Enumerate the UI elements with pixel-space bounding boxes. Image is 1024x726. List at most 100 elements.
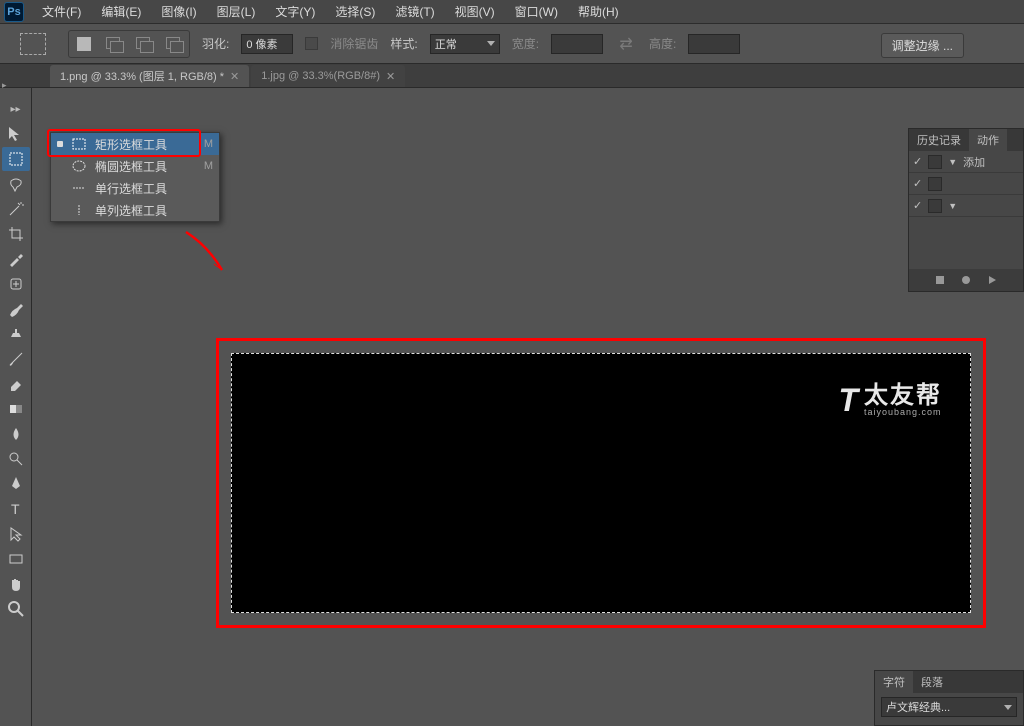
stop-icon[interactable]: [934, 274, 946, 286]
antialias-label: 消除锯齿: [330, 35, 378, 52]
tab-document-2[interactable]: 1.jpg @ 33.3%(RGB/8#) ✕: [251, 65, 405, 87]
tab-paragraph[interactable]: 段落: [913, 671, 951, 693]
antialias-checkbox[interactable]: [305, 37, 318, 50]
flyout-label: 矩形选框工具: [95, 136, 196, 153]
style-value: 正常: [435, 36, 457, 52]
clone-stamp-tool[interactable]: [2, 322, 30, 346]
brush-tool[interactable]: [2, 297, 30, 321]
action-row[interactable]: ✓: [909, 173, 1023, 195]
flyout-rect-marquee[interactable]: 矩形选框工具 M: [51, 133, 219, 155]
tab-actions[interactable]: 动作: [969, 129, 1007, 151]
dodge-tool[interactable]: [2, 447, 30, 471]
zoom-tool[interactable]: [2, 597, 30, 621]
eyedropper-tool[interactable]: [2, 247, 30, 271]
toggle-icon[interactable]: [928, 199, 942, 213]
type-tool[interactable]: T: [2, 497, 30, 521]
flyout-shortcut: M: [204, 160, 213, 172]
menu-bar: Ps 文件(F) 编辑(E) 图像(I) 图层(L) 文字(Y) 选择(S) 滤…: [0, 0, 1024, 24]
app-icon: Ps: [4, 2, 24, 22]
toggle-icon[interactable]: [928, 155, 942, 169]
gradient-tool[interactable]: [2, 397, 30, 421]
chevron-down-icon: [1004, 705, 1012, 710]
play-icon[interactable]: [986, 274, 998, 286]
menu-window[interactable]: 窗口(W): [505, 0, 568, 23]
tab-title: 1.png @ 33.3% (图层 1, RGB/8) *: [60, 68, 224, 84]
rectangle-tool[interactable]: [2, 547, 30, 571]
triangle-down-icon: ▼: [948, 201, 957, 211]
style-select[interactable]: 正常: [430, 34, 500, 54]
style-label: 样式:: [390, 35, 417, 52]
flyout-label: 单行选框工具: [95, 180, 213, 197]
check-icon: ✓: [913, 155, 922, 168]
close-icon[interactable]: ✕: [386, 70, 395, 83]
magic-wand-tool[interactable]: [2, 197, 30, 221]
action-row[interactable]: ✓ ▼ 添加: [909, 151, 1023, 173]
menu-filter[interactable]: 滤镜(T): [385, 0, 444, 23]
eraser-tool[interactable]: [2, 372, 30, 396]
watermark-cn: 太友帮: [864, 384, 942, 408]
menu-file[interactable]: 文件(F): [32, 0, 91, 23]
width-input: [551, 34, 603, 54]
ellipse-marquee-icon: [71, 159, 87, 173]
lasso-tool[interactable]: [2, 172, 30, 196]
blur-tool[interactable]: [2, 422, 30, 446]
marquee-selection[interactable]: T 太友帮 taiyoubang.com: [231, 353, 971, 613]
watermark: T 太友帮 taiyoubang.com: [838, 382, 942, 419]
menu-type[interactable]: 文字(Y): [265, 0, 325, 23]
flyout-col-marquee[interactable]: 单列选框工具: [51, 199, 219, 221]
flyout-ellipse-marquee[interactable]: 椭圆选框工具 M: [51, 155, 219, 177]
record-icon[interactable]: [960, 274, 972, 286]
action-row[interactable]: ✓ ▼: [909, 195, 1023, 217]
toolbox: ▸▸ T: [0, 88, 32, 726]
menu-view[interactable]: 视图(V): [445, 0, 505, 23]
toggle-icon[interactable]: [928, 177, 942, 191]
selection-mode-group: [68, 30, 190, 58]
menu-layer[interactable]: 图层(L): [207, 0, 266, 23]
subtract-selection-button[interactable]: [131, 33, 157, 55]
pen-tool[interactable]: [2, 472, 30, 496]
path-selection-tool[interactable]: [2, 522, 30, 546]
close-icon[interactable]: ✕: [230, 70, 239, 83]
expand-icon[interactable]: ▸▸: [2, 97, 30, 121]
tool-preset-icon[interactable]: [20, 33, 46, 55]
add-selection-button[interactable]: [101, 33, 127, 55]
svg-text:T: T: [11, 501, 20, 517]
new-selection-button[interactable]: [71, 33, 97, 55]
flyout-row-marquee[interactable]: 单行选框工具: [51, 177, 219, 199]
tab-title: 1.jpg @ 33.3%(RGB/8#): [261, 70, 380, 82]
check-icon: ✓: [913, 177, 922, 190]
tab-history[interactable]: 历史记录: [909, 129, 969, 151]
flyout-label: 单列选框工具: [95, 202, 213, 219]
tab-character[interactable]: 字符: [875, 671, 913, 693]
panel-tabs: 历史记录 动作: [909, 129, 1023, 151]
feather-input[interactable]: [241, 34, 293, 54]
height-label: 高度:: [649, 35, 676, 52]
move-tool[interactable]: [2, 122, 30, 146]
annotation-arrow: [178, 226, 238, 286]
tab-document-1[interactable]: 1.png @ 33.3% (图层 1, RGB/8) * ✕: [50, 65, 249, 87]
font-name: 卢文辉经典...: [886, 699, 950, 715]
menu-select[interactable]: 选择(S): [325, 0, 385, 23]
rect-marquee-icon: [71, 137, 87, 151]
chevron-down-icon: [487, 41, 495, 46]
menu-image[interactable]: 图像(I): [151, 0, 206, 23]
width-label: 宽度:: [512, 35, 539, 52]
hand-tool[interactable]: [2, 572, 30, 596]
font-select[interactable]: 卢文辉经典...: [881, 697, 1017, 717]
flyout-shortcut: M: [204, 138, 213, 150]
intersect-selection-button[interactable]: [161, 33, 187, 55]
marquee-tool[interactable]: [2, 147, 30, 171]
menu-edit[interactable]: 编辑(E): [91, 0, 151, 23]
triangle-down-icon: ▼: [948, 157, 957, 167]
healing-brush-tool[interactable]: [2, 272, 30, 296]
feather-label: 羽化:: [202, 35, 229, 52]
menu-help[interactable]: 帮助(H): [568, 0, 629, 23]
row-marquee-icon: [71, 181, 87, 195]
swap-icon: ⇄: [615, 34, 637, 54]
annotation-highlight-canvas: T 太友帮 taiyoubang.com: [216, 338, 986, 628]
crop-tool[interactable]: [2, 222, 30, 246]
history-brush-tool[interactable]: [2, 347, 30, 371]
watermark-logo-icon: T: [838, 382, 858, 419]
refine-edge-button[interactable]: 调整边缘 ...: [881, 33, 964, 58]
panel-footer: [909, 269, 1023, 291]
